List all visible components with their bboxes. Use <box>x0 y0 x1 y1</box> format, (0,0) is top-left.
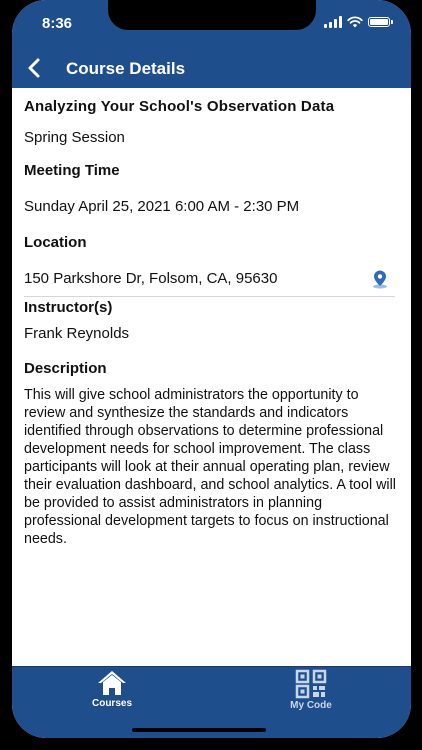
tab-label-my-code: My Code <box>290 700 332 711</box>
device-notch <box>108 0 316 30</box>
location-label: Location <box>24 234 87 251</box>
home-indicator <box>132 728 266 732</box>
navigation-bar: 8:36 Course Details <box>12 0 411 88</box>
instructor-value: Frank Reynolds <box>24 325 130 342</box>
home-icon <box>98 671 126 695</box>
cellular-signal-icon <box>324 16 342 28</box>
location-divider <box>24 296 395 297</box>
qr-code-icon <box>295 669 327 699</box>
course-session: Spring Session <box>24 129 125 146</box>
status-icons <box>324 16 393 28</box>
description-label: Description <box>24 360 107 377</box>
app-screen: 8:36 Course Details Analyzing Your Schoo… <box>12 0 411 738</box>
wifi-icon <box>347 16 363 28</box>
map-pin-icon[interactable] <box>370 269 390 289</box>
battery-cap <box>391 20 393 24</box>
course-details-content: Analyzing Your School's Observation Data… <box>12 88 411 666</box>
location-value[interactable]: 150 Parkshore Dr, Folsom, CA, 95630 <box>24 270 277 287</box>
device-frame: 8:36 Course Details Analyzing Your Schoo… <box>0 0 422 750</box>
meeting-time-value: Sunday April 25, 2021 6:00 AM - 2:30 PM <box>24 198 300 215</box>
page-title: Course Details <box>66 59 186 78</box>
description-text: This will give school administrators the… <box>24 387 396 547</box>
meeting-time-label: Meeting Time <box>24 162 120 179</box>
status-time: 8:36 <box>42 15 73 32</box>
battery-icon <box>368 17 390 27</box>
course-title: Analyzing Your School's Observation Data <box>24 98 335 115</box>
instructor-label: Instructor(s) <box>24 299 113 316</box>
tab-my-code[interactable]: My Code <box>256 667 366 738</box>
tab-label-courses: Courses <box>91 698 132 709</box>
back-button[interactable] <box>20 54 48 82</box>
chevron-left-icon <box>28 58 40 78</box>
